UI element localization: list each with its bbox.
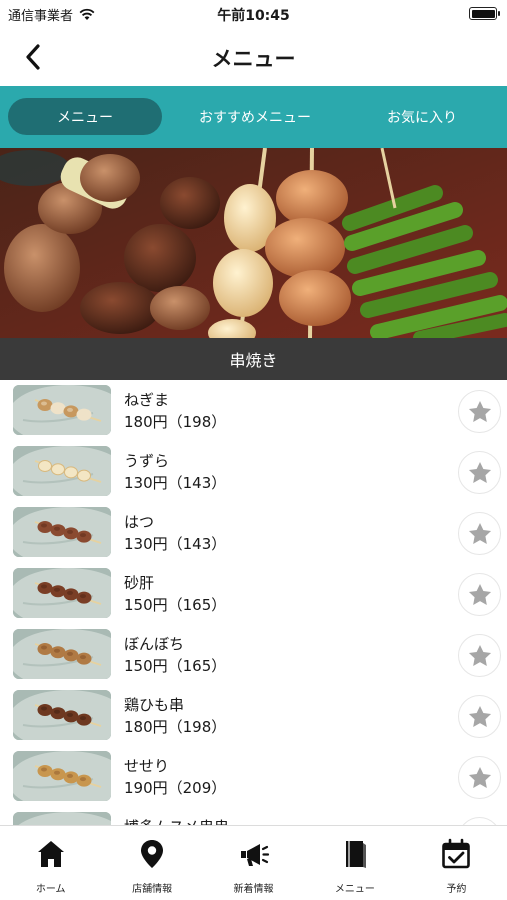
item-name: 砂肝 <box>124 574 155 592</box>
tabbar-news-label: 新着情報 <box>233 884 274 895</box>
item-price: 130円（143） <box>124 474 227 492</box>
item-price: 180円（198） <box>124 718 227 736</box>
item-price: 190円（209） <box>124 779 227 797</box>
favorite-button[interactable] <box>458 695 501 738</box>
star-icon <box>468 644 491 666</box>
item-name: うずら <box>124 452 170 470</box>
item-name: 鶏ひも串 <box>124 696 185 714</box>
tabbar-menu[interactable]: メニュー <box>304 826 405 900</box>
tabbar-store-info[interactable]: 店舗情報 <box>101 826 202 900</box>
item-thumbnail <box>13 812 111 825</box>
calendar-check-icon <box>442 838 471 869</box>
star-icon <box>468 522 491 544</box>
star-icon <box>468 766 491 788</box>
item-thumbnail <box>13 446 111 496</box>
battery-icon <box>469 7 500 20</box>
list-item[interactable]: 博多ムスメ串串 <box>0 807 507 825</box>
list-item[interactable]: 鶏ひも串 180円（198） <box>0 685 507 746</box>
status-bar: 通信事業者 午前10:45 <box>0 0 507 28</box>
item-price: 150円（165） <box>124 657 227 675</box>
tabbar-reservation[interactable]: 予約 <box>406 826 507 900</box>
star-icon <box>468 583 491 605</box>
book-icon <box>345 841 366 868</box>
tabbar-reservation-label: 予約 <box>446 884 467 895</box>
megaphone-icon <box>240 844 269 866</box>
list-item[interactable]: うずら 130円（143） <box>0 441 507 502</box>
favorite-button[interactable] <box>458 573 501 616</box>
list-item[interactable]: ぼんぼち 150円（165） <box>0 624 507 685</box>
tabbar-menu-label: メニュー <box>334 884 375 895</box>
tab-menu[interactable]: メニュー <box>8 98 162 135</box>
navigation-bar: メニュー <box>0 28 507 86</box>
item-name: せせり <box>124 757 170 775</box>
page-title: メニュー <box>211 47 296 71</box>
list-item[interactable]: はつ 130円（143） <box>0 502 507 563</box>
bottom-tab-bar: ホーム 店舗情報 新着情報 メニュー 予約 <box>0 825 507 900</box>
item-thumbnail <box>13 568 111 618</box>
home-icon <box>37 841 64 867</box>
favorite-button[interactable] <box>458 817 501 825</box>
list-item[interactable]: ねぎま 180円（198） <box>0 380 507 441</box>
item-thumbnail <box>13 751 111 801</box>
favorite-button[interactable] <box>458 512 501 555</box>
tabbar-home[interactable]: ホーム <box>0 826 101 900</box>
item-price: 180円（198） <box>124 413 227 431</box>
list-item[interactable]: 砂肝 150円（165） <box>0 563 507 624</box>
hero-image <box>0 148 507 338</box>
list-item[interactable]: せせり 190円（209） <box>0 746 507 807</box>
favorite-button[interactable] <box>458 390 501 433</box>
item-name: ぼんぼち <box>124 635 185 653</box>
menu-list: ねぎま 180円（198） うずら 130円（143） はつ 130円（143） 砂肝… <box>0 380 507 825</box>
menu-tabs: メニュー おすすめメニュー お気に入り <box>0 86 507 148</box>
item-price: 130円（143） <box>124 535 227 553</box>
favorite-button[interactable] <box>458 756 501 799</box>
location-pin-icon <box>141 840 164 868</box>
favorite-button[interactable] <box>458 451 501 494</box>
tabbar-store-info-label: 店舗情報 <box>132 884 173 895</box>
star-icon <box>468 400 491 422</box>
star-icon <box>468 705 491 727</box>
star-icon <box>468 461 491 483</box>
item-thumbnail <box>13 507 111 557</box>
category-header: 串焼き <box>0 338 507 380</box>
item-price: 150円（165） <box>124 596 227 614</box>
tab-recommended[interactable]: おすすめメニュー <box>180 98 330 135</box>
item-name: はつ <box>124 513 155 531</box>
favorite-button[interactable] <box>458 634 501 677</box>
item-name: ねぎま <box>124 391 170 409</box>
status-time: 午前10:45 <box>217 8 290 24</box>
item-name: 博多ムスメ串串 <box>124 816 229 825</box>
tabbar-news[interactable]: 新着情報 <box>203 826 304 900</box>
item-thumbnail <box>13 385 111 435</box>
item-thumbnail <box>13 629 111 679</box>
tab-favorites[interactable]: お気に入り <box>352 98 492 135</box>
item-thumbnail <box>13 690 111 740</box>
tabbar-home-label: ホーム <box>35 884 66 895</box>
